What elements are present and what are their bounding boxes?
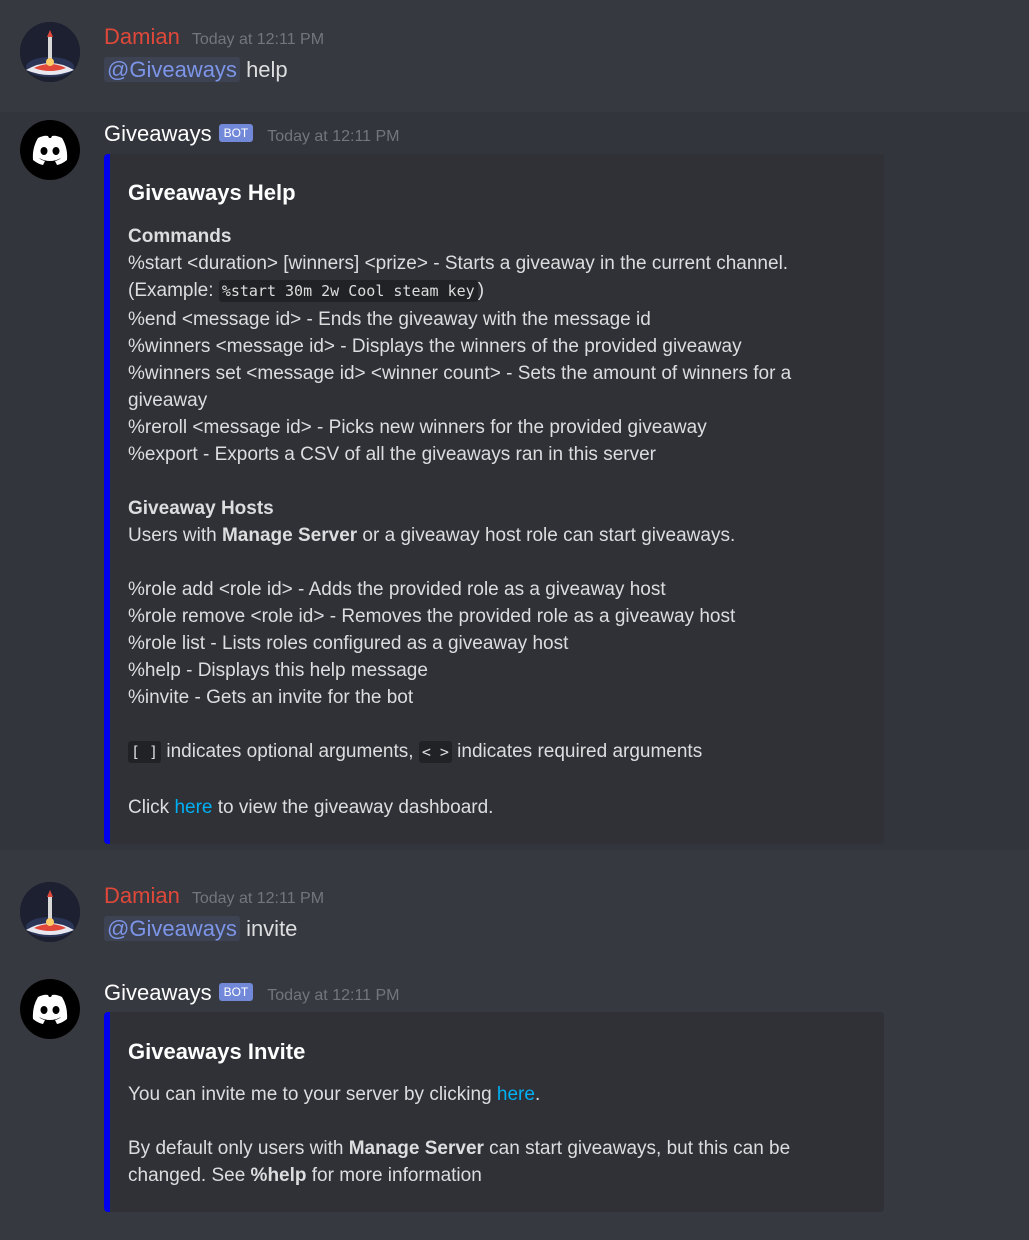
username[interactable]: Giveaways [104,121,212,147]
permission-line: By default only users with Manage Server… [128,1138,791,1159]
hosts-heading: Giveaway Hosts [128,498,274,519]
message-content: @Giveaways invite [104,916,297,942]
rocket-launch-icon [20,22,80,82]
message-user-help: Damian Today at 12:11 PM @Giveaways help [0,0,1029,112]
command-line: giveaway [128,390,208,411]
bot-avatar[interactable] [20,979,80,1039]
help-embed: Giveaways Help Commands %start <duration… [104,154,884,844]
timestamp: Today at 12:11 PM [267,987,400,1004]
command-line: %reroll <message id> - Picks new winners… [128,417,707,438]
command-line: %export - Exports a CSV of all the givea… [128,444,657,465]
timestamp: Today at 12:11 PM [191,890,325,907]
embed-title: Giveaways Invite [128,1039,306,1064]
message-bot-help: Giveaways BOT Today at 12:11 PM Giveaway… [0,112,1029,850]
bot-avatar[interactable] [20,120,80,180]
timestamp: Today at 12:11 PM [267,128,400,145]
user-avatar[interactable] [20,22,80,82]
bot-tag: BOT [218,983,254,1001]
username[interactable]: Giveaways [104,980,212,1006]
inline-code: < > [418,741,452,763]
commands-heading: Commands [128,226,232,247]
rocket-launch-icon [20,882,80,942]
username[interactable]: Damian [104,883,180,909]
hosts-description: Users with Manage Server or a giveaway h… [128,525,736,546]
command-line: %end <message id> - Ends the giveaway wi… [128,309,651,330]
timestamp: Today at 12:11 PM [191,31,325,48]
dashboard-link[interactable]: here [174,797,212,818]
message-content: @Giveaways help [104,57,288,83]
permission-line: changed. See %help for more information [128,1165,482,1186]
example-line: (Example: %start 30m 2w Cool steam key) [128,280,485,302]
command-line: %help - Displays this help message [128,660,428,681]
message-user-invite: Damian Today at 12:11 PM @Giveaways invi… [0,850,1029,962]
inline-code: %start 30m 2w Cool steam key [218,280,478,302]
command-line: %invite - Gets an invite for the bot [128,687,414,708]
message-text: help [246,57,288,82]
dashboard-line: Click here to view the giveaway dashboar… [128,797,494,818]
discord-logo-icon [32,994,68,1024]
invite-embed: Giveaways Invite You can invite me to yo… [104,1012,884,1212]
username[interactable]: Damian [104,24,180,50]
discord-logo-icon [32,135,68,165]
command-line: %role list - Lists roles configured as a… [128,633,569,654]
message-bot-invite: Giveaways BOT Today at 12:11 PM Giveaway… [0,962,1029,1240]
command-line: %start <duration> [winners] <prize> - St… [128,253,789,274]
arguments-legend: [ ] indicates optional arguments, < > in… [128,738,702,766]
message-text: invite [246,916,298,941]
command-line: %winners <message id> - Displays the win… [128,336,742,357]
user-avatar[interactable] [20,882,80,942]
embed-title: Giveaways Help [128,180,296,205]
bot-tag: BOT [218,124,254,142]
command-line: %role add <role id> - Adds the provided … [128,579,666,600]
invite-link[interactable]: here [497,1084,535,1105]
command-line: %role remove <role id> - Removes the pro… [128,606,736,627]
invite-line: You can invite me to your server by clic… [128,1084,541,1105]
mention[interactable]: @Giveaways [104,57,240,82]
inline-code: [ ] [128,741,162,763]
command-line: %winners set <message id> <winner count>… [128,363,792,384]
mention[interactable]: @Giveaways [104,916,240,941]
